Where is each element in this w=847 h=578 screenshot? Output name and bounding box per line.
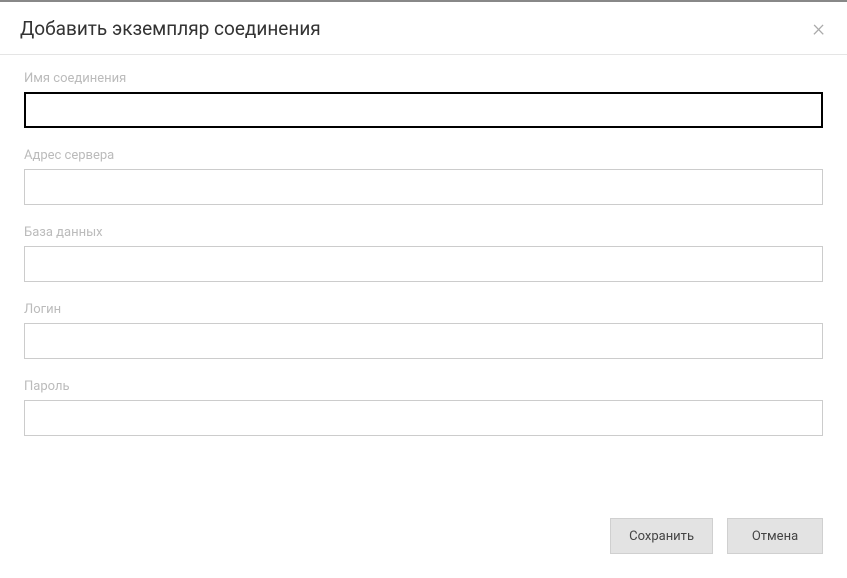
- database-group: База данных: [24, 225, 823, 282]
- password-group: Пароль: [24, 379, 823, 436]
- dialog-footer: Сохранить Отмена: [0, 500, 847, 578]
- dialog-header: Добавить экземпляр соединения ×: [0, 2, 847, 55]
- server-address-input[interactable]: [24, 169, 823, 205]
- password-input[interactable]: [24, 400, 823, 436]
- database-label: База данных: [24, 225, 823, 240]
- close-icon[interactable]: ×: [810, 16, 827, 40]
- connection-name-label: Имя соединения: [24, 71, 823, 86]
- dialog-body: Имя соединения Адрес сервера База данных…: [0, 55, 847, 500]
- cancel-button[interactable]: Отмена: [727, 518, 823, 554]
- database-input[interactable]: [24, 246, 823, 282]
- login-label: Логин: [24, 302, 823, 317]
- dialog-title: Добавить экземпляр соединения: [20, 17, 321, 40]
- connection-name-input[interactable]: [24, 92, 823, 128]
- connection-name-group: Имя соединения: [24, 71, 823, 128]
- login-input[interactable]: [24, 323, 823, 359]
- server-address-label: Адрес сервера: [24, 148, 823, 163]
- login-group: Логин: [24, 302, 823, 359]
- save-button[interactable]: Сохранить: [610, 518, 713, 554]
- server-address-group: Адрес сервера: [24, 148, 823, 205]
- password-label: Пароль: [24, 379, 823, 394]
- add-connection-dialog: Добавить экземпляр соединения × Имя соед…: [0, 0, 847, 578]
